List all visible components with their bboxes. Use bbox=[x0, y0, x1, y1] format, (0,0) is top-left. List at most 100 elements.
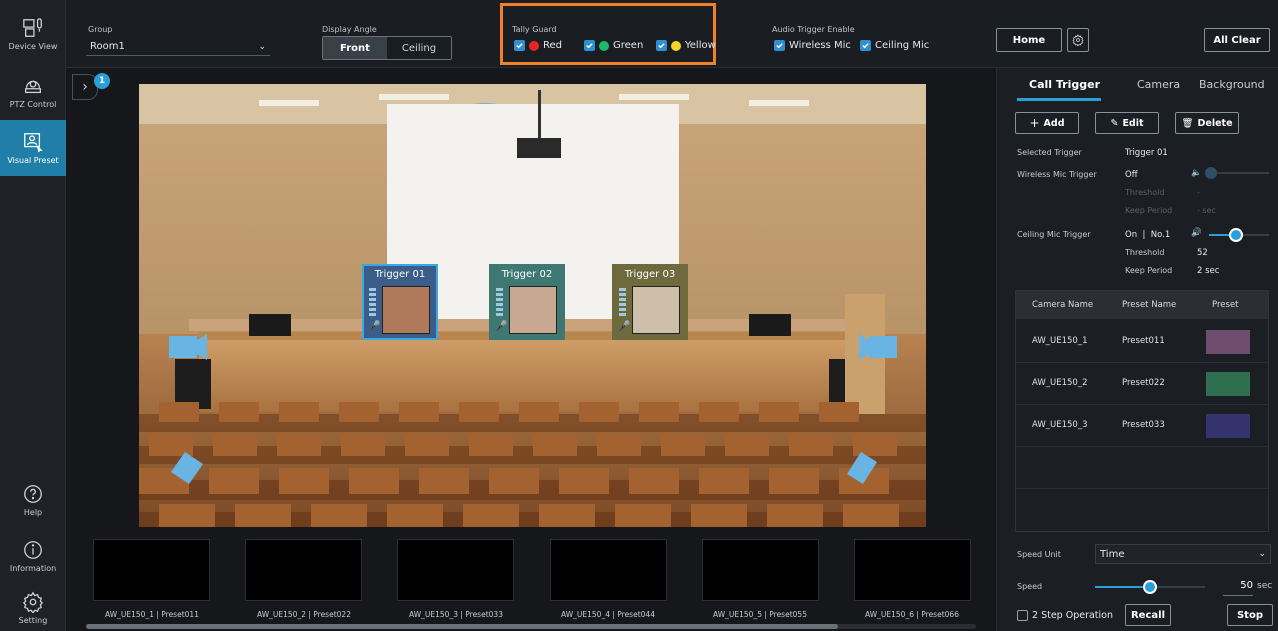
speed-unit-suffix: sec bbox=[1257, 581, 1273, 591]
chevron-down-icon: ⌄ bbox=[258, 41, 266, 52]
group-label: Group bbox=[88, 25, 113, 34]
speaker-icon: 🔊 bbox=[1191, 228, 1202, 238]
trigger-01-card[interactable]: Trigger 01 🎤 bbox=[362, 264, 438, 340]
preset-thumbnail[interactable] bbox=[854, 539, 971, 601]
preset-thumbnail[interactable] bbox=[702, 539, 819, 601]
ceiling-mic-label: Ceiling Mic bbox=[875, 40, 930, 51]
nav-help[interactable]: Help bbox=[0, 472, 66, 528]
stop-button[interactable]: Stop bbox=[1227, 604, 1273, 626]
ceiling-slider-knob[interactable] bbox=[1229, 228, 1243, 242]
angle-front-button[interactable]: Front bbox=[323, 37, 387, 59]
yellow-dot-icon bbox=[671, 40, 681, 51]
nav-label: Setting bbox=[18, 616, 48, 625]
thumbnail-label: AW_UE150_1 | Preset011 bbox=[105, 610, 199, 619]
nav-information[interactable]: Information bbox=[0, 528, 66, 584]
nav-visual-preset[interactable]: Visual Preset bbox=[0, 120, 66, 176]
nav-label: Visual Preset bbox=[7, 156, 59, 165]
preset-thumbnail[interactable] bbox=[93, 539, 210, 601]
camera-name-cell: AW_UE150_1 bbox=[1032, 336, 1088, 346]
tally-green-checkbox[interactable]: Green bbox=[584, 40, 643, 51]
table-header: Camera Name Preset Name Preset bbox=[1016, 291, 1268, 319]
nav-device-view[interactable]: Device View bbox=[0, 6, 66, 62]
camera-name-cell: AW_UE150_2 bbox=[1032, 378, 1088, 388]
thumbnail-label: AW_UE150_5 | Preset055 bbox=[713, 610, 807, 619]
wireless-mic-checkbox[interactable]: Wireless Mic bbox=[774, 40, 851, 51]
selected-trigger-value: Trigger 01 bbox=[1125, 148, 1168, 158]
trigger-title: Trigger 01 bbox=[374, 269, 426, 280]
trigger-02-card[interactable]: Trigger 02 🎤 bbox=[489, 264, 565, 340]
preset-thumbnail[interactable] bbox=[397, 539, 514, 601]
all-clear-button[interactable]: All Clear bbox=[1204, 28, 1270, 52]
tab-background[interactable]: Background bbox=[1199, 78, 1265, 91]
recall-button[interactable]: Recall bbox=[1125, 604, 1171, 626]
thumbnail-label: AW_UE150_6 | Preset066 bbox=[865, 610, 959, 619]
tally-red-checkbox[interactable]: Red bbox=[514, 40, 562, 51]
settings-button[interactable] bbox=[1067, 28, 1089, 52]
visual-preset-icon bbox=[24, 133, 43, 153]
microphone-icon: 🎤 bbox=[368, 321, 381, 332]
preset-thumbnail[interactable] bbox=[550, 539, 667, 601]
thumbnail-scrollbar[interactable] bbox=[86, 624, 976, 629]
trigger-03-card[interactable]: Trigger 03 🎤 bbox=[612, 264, 688, 340]
nav-label: PTZ Control bbox=[9, 100, 57, 109]
nav-setting[interactable]: Setting bbox=[0, 580, 66, 631]
two-step-checkbox[interactable]: 2 Step Operation bbox=[1017, 610, 1113, 621]
checkbox-checked-icon bbox=[860, 40, 871, 51]
speed-unit-select[interactable]: Time ⌄ bbox=[1095, 544, 1271, 564]
trigger-photo bbox=[382, 286, 430, 334]
table-row[interactable]: AW_UE150_1 Preset011 bbox=[1016, 321, 1268, 363]
delete-label: Delete bbox=[1197, 117, 1233, 129]
checkbox-unchecked-icon bbox=[1017, 610, 1028, 621]
tab-camera[interactable]: Camera bbox=[1137, 78, 1180, 91]
wireless-mic-label: Wireless Mic bbox=[789, 40, 851, 51]
red-dot-icon bbox=[529, 40, 539, 51]
stage-background-image[interactable]: Trigger 01 🎤 Trigger 02 🎤 Trigger 03 🎤 bbox=[139, 84, 926, 527]
ceiling-threshold-label: Threshold bbox=[1125, 248, 1165, 257]
microphone-icon: 🎤 bbox=[495, 321, 508, 332]
delete-button[interactable]: 🗑 Delete bbox=[1175, 112, 1239, 134]
table-row[interactable]: AW_UE150_3 Preset033 bbox=[1016, 405, 1268, 447]
column-header: Camera Name bbox=[1032, 300, 1094, 310]
trigger-photo bbox=[509, 286, 557, 334]
scrollbar-thumb[interactable] bbox=[86, 624, 838, 629]
tally-yellow-checkbox[interactable]: Yellow bbox=[656, 40, 716, 51]
table-row[interactable]: AW_UE150_2 Preset022 bbox=[1016, 363, 1268, 405]
edit-button[interactable]: ✎ Edit bbox=[1095, 112, 1159, 134]
tally-yellow-label: Yellow bbox=[685, 40, 716, 51]
camera-preset-table: Camera Name Preset Name Preset AW_UE150_… bbox=[1015, 290, 1269, 532]
thumbnail-label: AW_UE150_2 | Preset022 bbox=[257, 610, 351, 619]
trigger-title: Trigger 02 bbox=[501, 269, 553, 280]
column-header: Preset bbox=[1212, 300, 1239, 310]
home-button[interactable]: Home bbox=[996, 28, 1062, 52]
camera-name-cell: AW_UE150_3 bbox=[1032, 420, 1088, 430]
preset-color-swatch[interactable] bbox=[1206, 330, 1250, 354]
gear-icon bbox=[1072, 34, 1084, 46]
table-row-empty bbox=[1016, 489, 1268, 531]
ceiling-level-slider[interactable] bbox=[1209, 228, 1269, 242]
group-select[interactable]: Room1 ⌄ bbox=[86, 38, 270, 56]
preset-thumbnail[interactable] bbox=[245, 539, 362, 601]
ceiling-mic-checkbox[interactable]: Ceiling Mic bbox=[860, 40, 929, 51]
table-row-empty bbox=[1016, 447, 1268, 489]
nav-ptz-control[interactable]: PTZ Control bbox=[0, 64, 66, 120]
speed-slider-knob[interactable] bbox=[1143, 580, 1157, 594]
help-icon bbox=[24, 485, 42, 503]
audio-trigger-label: Audio Trigger Enable bbox=[772, 25, 855, 34]
preset-color-swatch[interactable] bbox=[1206, 414, 1250, 438]
chevron-right-icon: › bbox=[82, 79, 88, 95]
angle-ceiling-button[interactable]: Ceiling bbox=[387, 37, 451, 59]
tally-red-label: Red bbox=[543, 40, 562, 51]
selected-trigger-label: Selected Trigger bbox=[1017, 148, 1082, 157]
group-value: Room1 bbox=[90, 41, 125, 52]
speed-input[interactable]: 50 bbox=[1223, 576, 1253, 596]
tab-call-trigger[interactable]: Call Trigger bbox=[1029, 78, 1100, 91]
green-dot-icon bbox=[599, 40, 609, 51]
speed-slider[interactable] bbox=[1095, 580, 1205, 594]
add-button[interactable]: + Add bbox=[1015, 112, 1079, 134]
speaker-icon: 🔈 bbox=[1191, 168, 1202, 178]
nav-label: Information bbox=[9, 564, 57, 573]
checkbox-checked-icon bbox=[774, 40, 785, 51]
wireless-slider-knob bbox=[1205, 167, 1217, 179]
ceiling-mic-trigger-value: On | No.1 bbox=[1125, 230, 1171, 240]
preset-color-swatch[interactable] bbox=[1206, 372, 1250, 396]
